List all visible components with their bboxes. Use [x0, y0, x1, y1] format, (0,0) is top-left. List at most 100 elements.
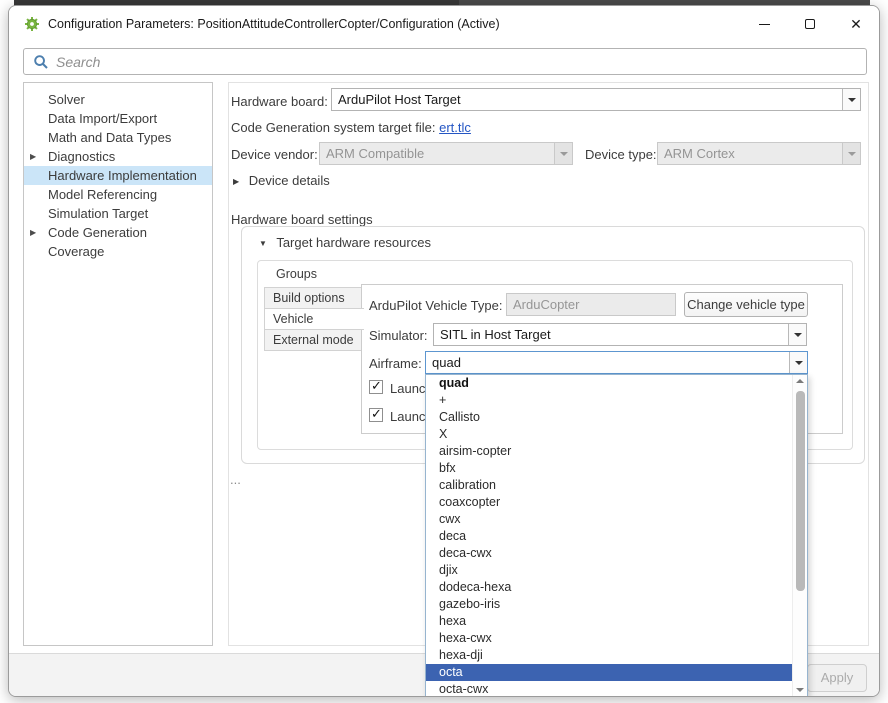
dropdown-option-label: +	[439, 393, 446, 407]
dropdown-option[interactable]: hexa	[426, 613, 792, 630]
group-tab[interactable]: External mode	[264, 329, 362, 351]
dropdown-option[interactable]: djix	[426, 562, 792, 579]
scrollbar-thumb[interactable]	[796, 391, 805, 591]
minimize-button[interactable]	[749, 9, 779, 39]
target-file-link[interactable]: ert.tlc	[439, 120, 471, 135]
dropdown-option-label: X	[439, 427, 447, 441]
sidebar-item-label: Hardware Implementation	[48, 168, 197, 183]
simulator-value: SITL in Host Target	[440, 327, 551, 342]
group-tab[interactable]: Vehicle	[264, 308, 364, 330]
dropdown-option[interactable]: octa-cwx	[426, 681, 792, 697]
search-input[interactable]	[56, 50, 856, 73]
close-button[interactable]: ✕	[841, 9, 871, 39]
dropdown-option[interactable]: quad	[426, 375, 792, 392]
device-type-value: ARM Cortex	[664, 146, 735, 161]
sidebar-item[interactable]: Simulation Target	[24, 204, 212, 223]
target-file-row: Code Generation system target file: ert.…	[231, 120, 471, 135]
hardware-board-combo[interactable]: ArduPilot Host Target	[331, 88, 861, 111]
hardware-board-value: ArduPilot Host Target	[338, 92, 461, 107]
maximize-button[interactable]	[795, 9, 825, 39]
sidebar-item[interactable]: Math and Data Types	[24, 128, 212, 147]
dropdown-option-label: hexa	[439, 614, 466, 628]
dropdown-option-label: deca	[439, 529, 466, 543]
combo-arrow-icon[interactable]	[789, 352, 807, 373]
device-vendor-combo: ARM Compatible	[319, 142, 573, 165]
group-tab-label: External mode	[273, 333, 354, 347]
dropdown-option-label: djix	[439, 563, 458, 577]
dropdown-option[interactable]: deca	[426, 528, 792, 545]
dropdown-option[interactable]: calibration	[426, 477, 792, 494]
dropdown-option[interactable]: hexa-dji	[426, 647, 792, 664]
dropdown-option[interactable]: +	[426, 392, 792, 409]
device-type-label: Device type:	[585, 147, 657, 162]
titlebar: Configuration Parameters: PositionAttitu…	[9, 6, 879, 43]
expanded-arrow-icon: ▼	[259, 239, 267, 248]
simulator-label: Simulator:	[369, 328, 428, 343]
airframe-dropdown-list: quad + Callisto X airsim-copter bfx cali…	[425, 374, 808, 697]
device-vendor-label: Device vendor:	[231, 147, 318, 162]
simulator-combo[interactable]: SITL in Host Target	[433, 323, 807, 346]
vehicle-type-label: ArduPilot Vehicle Type:	[369, 298, 502, 313]
change-vehicle-type-button[interactable]: Change vehicle type	[684, 292, 808, 317]
expand-arrow-icon	[30, 147, 42, 166]
dropdown-option-label: hexa-cwx	[439, 631, 492, 645]
collapsed-arrow-icon: ▶	[233, 177, 239, 186]
groups-label: Groups	[273, 267, 320, 281]
sidebar-item-label: Coverage	[48, 244, 104, 259]
sidebar-item-label: Data Import/Export	[48, 111, 157, 126]
dropdown-option[interactable]: X	[426, 426, 792, 443]
minimize-icon	[759, 24, 770, 25]
dropdown-option[interactable]: dodeca-hexa	[426, 579, 792, 596]
sidebar-item-label: Model Referencing	[48, 187, 157, 202]
sidebar-item[interactable]: Hardware Implementation	[24, 166, 212, 185]
dropdown-option[interactable]: cwx	[426, 511, 792, 528]
dropdown-option-label: airsim-copter	[439, 444, 511, 458]
airframe-combo[interactable]: quad	[425, 351, 808, 374]
launch-checkbox-1[interactable]	[369, 380, 383, 394]
dropdown-option-label: octa	[439, 665, 463, 679]
dropdown-option[interactable]: Callisto	[426, 409, 792, 426]
target-file-label: Code Generation system target file:	[231, 120, 436, 135]
combo-arrow-icon[interactable]	[842, 89, 860, 110]
sidebar-item[interactable]: Data Import/Export	[24, 109, 212, 128]
search-icon	[33, 54, 49, 70]
sidebar-item[interactable]: Model Referencing	[24, 185, 212, 204]
dropdown-option[interactable]: octa	[426, 664, 792, 681]
dropdown-option[interactable]: gazebo-iris	[426, 596, 792, 613]
dropdown-option[interactable]: coaxcopter	[426, 494, 792, 511]
combo-arrow-icon[interactable]	[788, 324, 806, 345]
dropdown-scrollbar[interactable]	[792, 375, 807, 696]
group-tab-label: Build options	[273, 291, 345, 305]
dropdown-option-label: Callisto	[439, 410, 480, 424]
dropdown-option[interactable]: hexa-cwx	[426, 630, 792, 647]
dropdown-option-label: bfx	[439, 461, 456, 475]
combo-arrow-icon	[842, 143, 860, 164]
dropdown-option[interactable]: deca-cwx	[426, 545, 792, 562]
launch-checkbox-2[interactable]	[369, 408, 383, 422]
sidebar-item[interactable]: Diagnostics	[24, 147, 212, 166]
vehicle-type-value: ArduCopter	[513, 297, 579, 312]
scroll-up-icon[interactable]	[796, 379, 804, 383]
device-vendor-value: ARM Compatible	[326, 146, 424, 161]
maximize-icon	[805, 19, 815, 29]
group-tab[interactable]: Build options	[264, 287, 362, 309]
device-type-combo: ARM Cortex	[657, 142, 861, 165]
scroll-down-icon[interactable]	[796, 688, 804, 692]
sidebar-item[interactable]: Code Generation	[24, 223, 212, 242]
board-settings-heading: Hardware board settings	[231, 212, 373, 227]
dropdown-option[interactable]: airsim-copter	[426, 443, 792, 460]
sidebar-item[interactable]: Coverage	[24, 242, 212, 261]
target-resources-heading: Target hardware resources	[276, 235, 431, 250]
target-resources-toggle[interactable]: ▼ Target hardware resources	[255, 235, 435, 250]
vehicle-type-field: ArduCopter	[506, 293, 676, 316]
apply-button-label: Apply	[821, 670, 854, 685]
dropdown-option-label: coaxcopter	[439, 495, 500, 509]
apply-button[interactable]: Apply	[807, 664, 867, 692]
device-details-toggle[interactable]: ▶ Device details	[233, 173, 330, 188]
window-title: Configuration Parameters: PositionAttitu…	[48, 17, 500, 31]
sidebar-item-label: Math and Data Types	[48, 130, 171, 145]
category-sidebar: Solver Data Import/Export Math and Data …	[23, 82, 213, 646]
sidebar-item[interactable]: Solver	[24, 90, 212, 109]
dropdown-option[interactable]: bfx	[426, 460, 792, 477]
search-box[interactable]	[23, 48, 867, 75]
